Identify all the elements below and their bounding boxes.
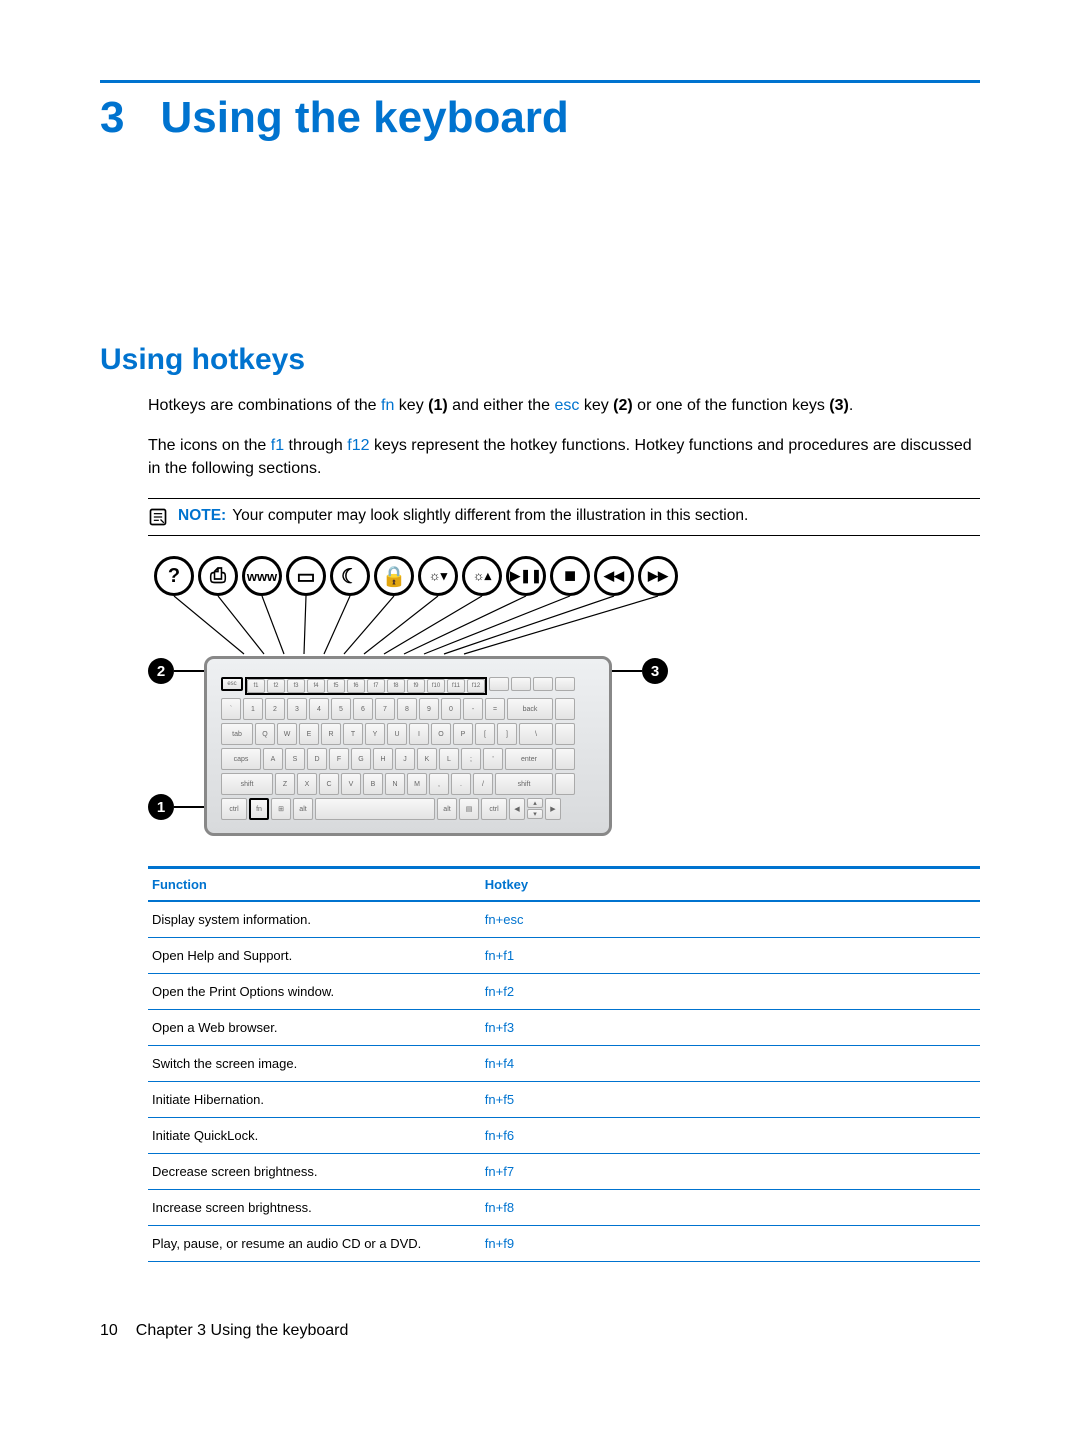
paragraph-2: The icons on the f1 through f12 keys rep… bbox=[148, 435, 980, 480]
kbd-function-row: esc f1 f2 f3 f4 f5 f6 f7 f8 f9 f10 bbox=[221, 677, 595, 695]
table-row: Initiate QuickLock.fn+f6 bbox=[148, 1118, 980, 1154]
note-label: NOTE: bbox=[178, 507, 226, 524]
stop-icon: ■ bbox=[550, 556, 590, 596]
www-icon: www bbox=[242, 556, 282, 596]
table-row: Initiate Hibernation.fn+f5 bbox=[148, 1082, 980, 1118]
paragraph-1: Hotkeys are combinations of the fn key (… bbox=[148, 395, 980, 417]
table-row: Play, pause, or resume an audio CD or a … bbox=[148, 1226, 980, 1262]
prev-track-icon: ◀◀ bbox=[594, 556, 634, 596]
table-row: Display system information.fn+esc bbox=[148, 901, 980, 938]
brightness-down-icon: ☼▾ bbox=[418, 556, 458, 596]
page-footer: 10 Chapter 3 Using the keyboard bbox=[100, 1322, 980, 1340]
note-text: NOTE:Your computer may look slightly dif… bbox=[178, 507, 748, 525]
callout-1: 1 bbox=[148, 794, 174, 820]
help-icon: ? bbox=[154, 556, 194, 596]
fn-key-text: fn bbox=[381, 397, 394, 414]
print-icon: ⎙ bbox=[198, 556, 238, 596]
section-title: Using hotkeys bbox=[100, 343, 980, 377]
callout-3: 3 bbox=[642, 658, 668, 684]
lock-icon: 🔒 bbox=[374, 556, 414, 596]
esc-key-text: esc bbox=[554, 397, 579, 414]
top-rule bbox=[100, 80, 980, 83]
callout-2: 2 bbox=[148, 658, 174, 684]
page-number: 10 bbox=[100, 1322, 118, 1340]
table-row: Switch the screen image.fn+f4 bbox=[148, 1046, 980, 1082]
sleep-icon: ☾ bbox=[330, 556, 370, 596]
document-page: 3 Using the keyboard Using hotkeys Hotke… bbox=[0, 0, 1080, 1380]
body-block: Hotkeys are combinations of the fn key (… bbox=[148, 395, 980, 1262]
next-track-icon: ▶▶ bbox=[638, 556, 678, 596]
keyboard-with-callouts: 2 1 esc f1 f2 f3 bbox=[148, 656, 980, 836]
play-pause-icon: ▶❚❚ bbox=[506, 556, 546, 596]
brightness-up-icon: ☼▴ bbox=[462, 556, 502, 596]
display-switch-icon: ▭ bbox=[286, 556, 326, 596]
function-icon-row: ? ⎙ www ▭ ☾ 🔒 ☼▾ ☼▴ ▶❚❚ ■ ◀◀ ▶▶ bbox=[154, 556, 980, 596]
note-block: NOTE:Your computer may look slightly dif… bbox=[148, 498, 980, 536]
keyboard-illustration: ? ⎙ www ▭ ☾ 🔒 ☼▾ ☼▴ ▶❚❚ ■ ◀◀ ▶▶ bbox=[148, 556, 980, 836]
chapter-number: 3 bbox=[100, 93, 124, 143]
keyboard-graphic: esc f1 f2 f3 f4 f5 f6 f7 f8 f9 f10 bbox=[204, 656, 612, 836]
th-function: Function bbox=[148, 868, 481, 902]
leader-lines bbox=[148, 596, 688, 656]
note-icon bbox=[148, 507, 168, 527]
table-row: Open Help and Support.fn+f1 bbox=[148, 938, 980, 974]
chapter-title: Using the keyboard bbox=[160, 93, 568, 143]
table-row: Open the Print Options window.fn+f2 bbox=[148, 974, 980, 1010]
chapter-footer-label: Chapter 3 Using the keyboard bbox=[136, 1322, 349, 1340]
table-row: Open a Web browser.fn+f3 bbox=[148, 1010, 980, 1046]
chapter-heading: 3 Using the keyboard bbox=[100, 93, 980, 143]
hotkey-table: Function Hotkey Display system informati… bbox=[148, 866, 980, 1262]
th-hotkey: Hotkey bbox=[481, 868, 980, 902]
table-row: Increase screen brightness.fn+f8 bbox=[148, 1190, 980, 1226]
table-row: Decrease screen brightness.fn+f7 bbox=[148, 1154, 980, 1190]
